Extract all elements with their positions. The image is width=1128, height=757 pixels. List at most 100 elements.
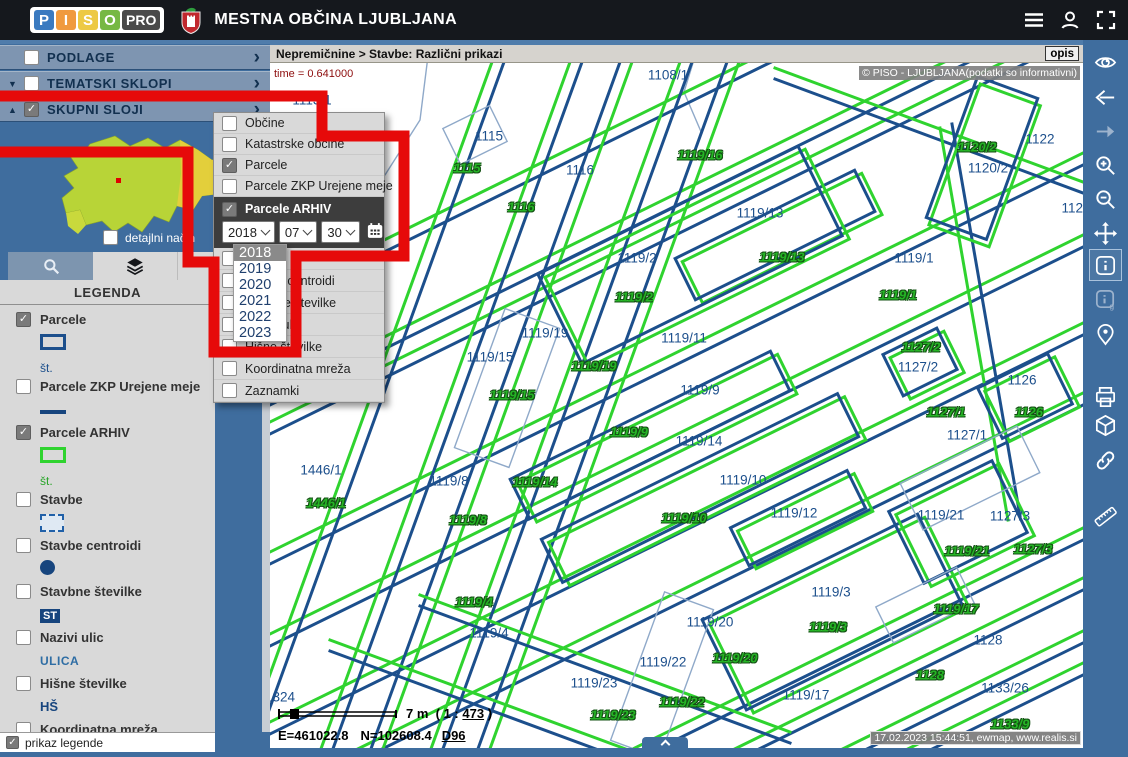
layer-label[interactable]: Hišne številke — [40, 676, 127, 691]
piso-logo[interactable]: PISOPRO — [30, 7, 164, 33]
layer-swatch — [40, 401, 215, 419]
menu-item-parcele[interactable]: ✓Parcele — [214, 155, 384, 176]
year-option-2019[interactable]: 2019 — [234, 261, 286, 277]
sidebar-section-tematski-sklopi[interactable]: ▼TEMATSKI SKLOPI› — [0, 71, 270, 96]
history-forward-icon[interactable] — [1089, 115, 1122, 147]
layer-checkbox[interactable] — [16, 722, 31, 732]
user-icon[interactable] — [1058, 8, 1082, 32]
layer-checkbox[interactable]: ✓ — [16, 312, 31, 327]
legend-item-row: Koordinatna mreža — [16, 722, 215, 732]
layer-label[interactable]: Parcele ZKP Urejene meje — [40, 379, 200, 394]
layer-label[interactable]: Stavbne številke — [40, 584, 142, 599]
layer-label[interactable]: Parcele — [40, 312, 86, 327]
zoom-in-icon[interactable] — [1089, 149, 1122, 181]
logo-letter-I: I — [56, 10, 76, 30]
logo-letter-O: O — [100, 10, 120, 30]
layer-swatch: HŠ — [40, 698, 215, 716]
legend-item: ✓Parcelešt. — [0, 305, 215, 372]
map-viewport[interactable]: 1108/11113/1111511161119/131119/21119/11… — [270, 40, 1083, 757]
identify-info-icon[interactable] — [1089, 249, 1122, 281]
layer-checkbox[interactable] — [16, 379, 31, 394]
fullscreen-icon[interactable] — [1094, 8, 1118, 32]
view-3d-cube-icon[interactable] — [1089, 409, 1122, 441]
layer-checkbox[interactable] — [16, 584, 31, 599]
section-checkbox[interactable] — [24, 50, 39, 65]
menu-item-občine[interactable]: Občine — [214, 113, 384, 134]
chevron-down-icon — [260, 225, 270, 235]
datum-link[interactable]: D96 — [442, 728, 466, 743]
layer-checkbox[interactable] — [222, 116, 237, 131]
section-checkbox[interactable] — [24, 76, 39, 91]
layer-checkbox[interactable] — [16, 676, 31, 691]
copyright-badge: © PISO - LJUBLJANA(podatki so informativ… — [859, 66, 1080, 80]
layer-checkbox[interactable] — [222, 137, 237, 152]
year-select[interactable]: 2018 — [222, 221, 275, 243]
chevron-down-icon — [345, 225, 355, 235]
history-back-icon[interactable] — [1089, 81, 1122, 113]
year-option-2022[interactable]: 2022 — [234, 309, 286, 325]
zoom-out-icon[interactable] — [1089, 183, 1122, 215]
month-select[interactable]: 07 — [279, 221, 317, 243]
pan-icon[interactable] — [1089, 217, 1122, 249]
layer-checkbox[interactable] — [16, 630, 31, 645]
measure-ruler-icon[interactable] — [1089, 500, 1122, 532]
calendar-icon[interactable] — [366, 222, 384, 242]
year-option-2021[interactable]: 2021 — [234, 293, 286, 309]
layer-label[interactable]: Nazivi ulic — [40, 630, 104, 645]
legend-item-row: Nazivi ulic — [16, 630, 215, 645]
archive-date-controls: 20180730 — [222, 221, 384, 243]
year-option-2023[interactable]: 2023 — [234, 325, 286, 341]
section-checkbox[interactable]: ✓ — [24, 102, 39, 117]
layer-checkbox[interactable]: ✓ — [222, 158, 237, 173]
identify-group-icon[interactable]: g — [1089, 283, 1122, 315]
menu-item-parcele-arhiv[interactable]: ✓Parcele ARHIV20180730 — [214, 197, 384, 248]
layer-checkbox[interactable]: ✓ — [222, 202, 237, 217]
chevron-right-icon[interactable]: › — [254, 74, 260, 94]
detail-mode-checkbox[interactable] — [103, 230, 118, 245]
legend-item: Koordinatna mreža — [0, 715, 215, 732]
sidebar-section-podlage[interactable]: PODLAGE › — [0, 45, 270, 70]
map-panel-collapse-tab[interactable] — [642, 737, 688, 749]
layer-label[interactable]: Stavbe — [40, 492, 83, 507]
expand-triangle-icon[interactable]: ▼ — [8, 79, 24, 89]
section-label: PODLAGE — [47, 50, 115, 65]
layer-label[interactable]: Stavbe centroidi — [40, 538, 141, 553]
chevron-right-icon[interactable]: › — [254, 48, 260, 68]
layer-label[interactable]: Koordinatna mreža — [40, 722, 158, 732]
layer-checkbox[interactable] — [16, 538, 31, 553]
locate-pin-icon[interactable] — [1089, 317, 1122, 349]
tab-layers[interactable] — [93, 252, 177, 280]
scale-bar: 7 m ( 1 : 473 ) — [278, 706, 492, 721]
opis-button[interactable]: opis — [1045, 46, 1079, 61]
layer-checkbox[interactable] — [222, 179, 237, 194]
layer-checkbox[interactable]: ✓ — [16, 425, 31, 440]
layer-label[interactable]: Parcele ARHIV — [40, 425, 130, 440]
map-position-marker — [116, 178, 121, 183]
visibility-eye-icon[interactable] — [1089, 46, 1122, 78]
expand-triangle-icon[interactable]: ▲ — [8, 105, 24, 115]
menu-item-zaznamki[interactable]: Zaznamki — [214, 380, 384, 402]
year-option-2020[interactable]: 2020 — [234, 277, 286, 293]
map-canvas[interactable] — [270, 40, 1083, 757]
year-option-2018[interactable]: 2018 — [234, 245, 286, 261]
legend-footer: ✓ prikaz legende — [0, 732, 215, 752]
scale-ratio-link[interactable]: 473 — [462, 706, 484, 721]
menu-item-label: Koordinatna mreža — [245, 362, 351, 376]
legend-item: Stavbe centroidi — [0, 531, 215, 577]
share-link-icon[interactable] — [1089, 444, 1122, 476]
menu-item-label: Parcele ZKP Urejene meje — [245, 179, 393, 193]
menu-item-katastrske-občine[interactable]: Katastrske občine — [214, 134, 384, 155]
legend-item-row: Hišne številke — [16, 676, 215, 691]
menu-item-koordinatna-mreža[interactable]: Koordinatna mreža — [214, 358, 384, 380]
tab-filler — [177, 252, 215, 280]
show-legend-checkbox[interactable]: ✓ — [6, 736, 19, 749]
menu-item-parcele-zkp-urejene-meje[interactable]: Parcele ZKP Urejene meje — [214, 176, 384, 197]
map-toolbar: g — [1083, 40, 1128, 757]
layer-checkbox[interactable] — [222, 383, 237, 398]
legend-item-row: Stavbe — [16, 492, 215, 507]
layer-checkbox[interactable] — [222, 361, 237, 376]
menu-icon[interactable] — [1022, 8, 1046, 32]
tab-search[interactable] — [8, 252, 93, 280]
day-select[interactable]: 30 — [321, 221, 359, 243]
layer-checkbox[interactable] — [16, 492, 31, 507]
